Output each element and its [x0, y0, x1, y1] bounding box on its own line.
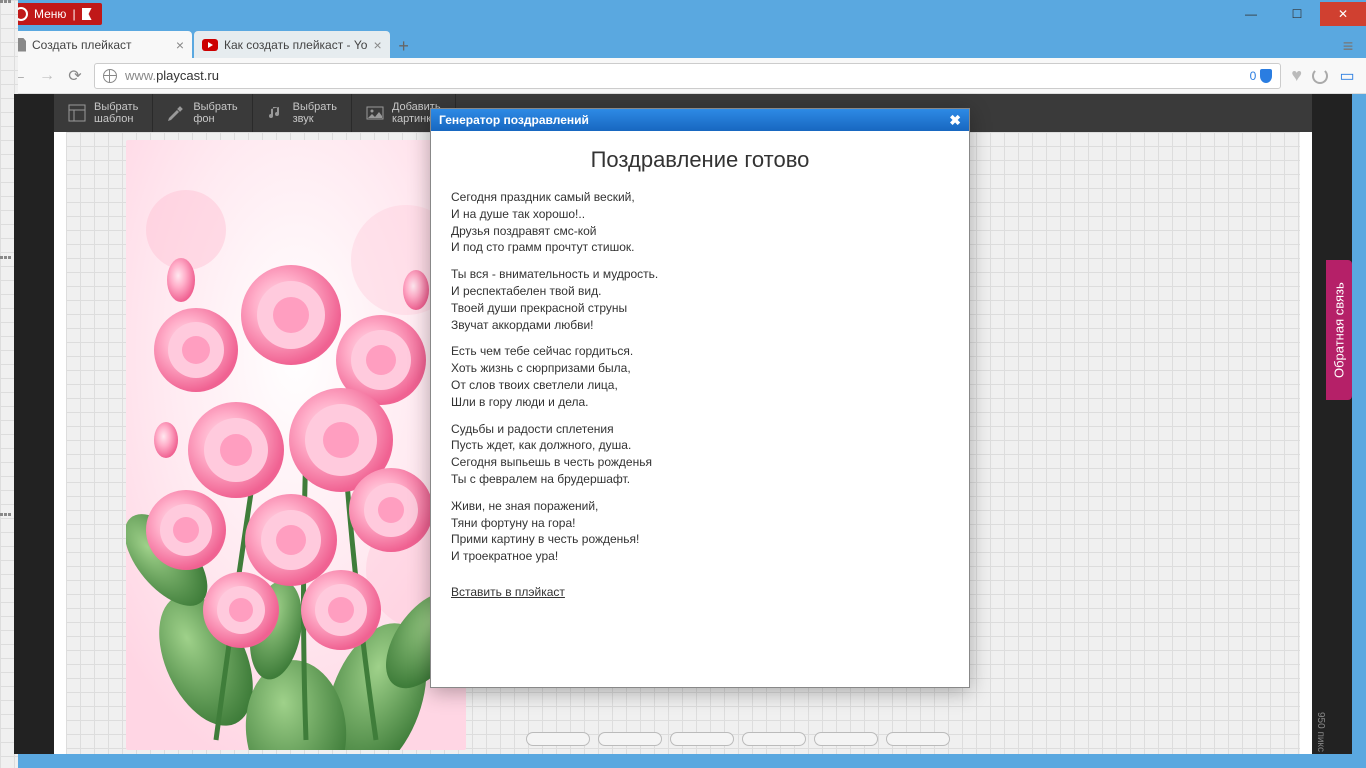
tool-label: Выбрать: [293, 101, 337, 113]
tab-title: Как создать плейкаст - Yo: [224, 38, 367, 52]
tab-close-icon[interactable]: ×: [373, 37, 381, 53]
tab-strip: Создать плейкаст × Как создать плейкаст …: [0, 28, 1366, 58]
music-icon: [267, 104, 285, 122]
poem-text: Сегодня праздник самый веский, И на душе…: [451, 189, 949, 565]
blocker-badge[interactable]: 0: [1250, 69, 1273, 83]
navigation-bar: ← → ⟳ www.playcast.ru 0 ♥ ▭: [0, 58, 1366, 94]
canvas-image-roses[interactable]: [126, 140, 466, 750]
globe-icon: [103, 69, 117, 83]
tool-label: Выбрать: [94, 101, 138, 113]
insert-into-playcast-link[interactable]: Вставить в плэйкаст: [451, 585, 565, 599]
poem-stanza: Судьбы и радости сплетения Пусть ждет, к…: [451, 421, 949, 488]
resize-handle[interactable]: [742, 732, 806, 746]
menu-label: Меню: [34, 7, 66, 21]
address-bar[interactable]: www.playcast.ru 0: [94, 63, 1281, 89]
dialog-heading: Поздравление готово: [451, 147, 949, 173]
flag-icon: [82, 8, 92, 20]
feedback-tab[interactable]: Обратная связь: [1326, 260, 1352, 400]
dialog-close-button[interactable]: ✖: [949, 112, 961, 129]
sidebar-button[interactable]: ▭: [1338, 66, 1356, 86]
tab-create-playcast[interactable]: Создать плейкаст ×: [6, 31, 192, 58]
template-icon: [68, 104, 86, 122]
poem-stanza: Живи, не зная поражений, Тяни фортуну на…: [451, 498, 949, 565]
ruler-vertical-label: 950 пикс: [1302, 712, 1326, 752]
window-titlebar: Меню | — ☐ ✕: [0, 0, 1366, 28]
dialog-title: Генератор поздравлений: [439, 113, 589, 127]
brush-icon: [167, 104, 185, 122]
tab-menu-button[interactable]: ≡: [1336, 34, 1360, 58]
bookmark-button[interactable]: ♥: [1291, 65, 1302, 86]
maximize-button[interactable]: ☐: [1274, 2, 1320, 26]
dialog-header[interactable]: Генератор поздравлений ✖: [431, 109, 969, 131]
forward-button[interactable]: →: [38, 67, 56, 85]
choose-background-button[interactable]: Выбратьфон: [153, 94, 252, 132]
right-gutter: [1312, 94, 1352, 754]
resize-handle[interactable]: [670, 732, 734, 746]
tool-label: Выбрать: [193, 101, 237, 113]
resize-handle[interactable]: [526, 732, 590, 746]
choose-sound-button[interactable]: Выбратьзвук: [253, 94, 352, 132]
new-tab-button[interactable]: +: [392, 34, 416, 58]
tab-close-icon[interactable]: ×: [176, 37, 184, 53]
tab-youtube-tutorial[interactable]: Как создать плейкаст - Yo ×: [194, 31, 390, 58]
greeting-generator-dialog: Генератор поздравлений ✖ Поздравление го…: [430, 108, 970, 688]
poem-stanza: Сегодня праздник самый веский, И на душе…: [451, 189, 949, 256]
tab-title: Создать плейкаст: [32, 38, 170, 52]
poem-stanza: Ты вся - внимательность и мудрость. И ре…: [451, 266, 949, 333]
minimize-button[interactable]: —: [1228, 2, 1274, 26]
close-window-button[interactable]: ✕: [1320, 2, 1366, 26]
resize-handle[interactable]: [598, 732, 662, 746]
opera-menu-button[interactable]: Меню |: [4, 3, 102, 25]
reload-button[interactable]: ⟳: [66, 66, 84, 86]
choose-template-button[interactable]: Выбратьшаблон: [54, 94, 153, 132]
youtube-icon: [202, 39, 218, 51]
url-text: www.playcast.ru: [125, 68, 1242, 83]
window-controls: — ☐ ✕: [1228, 2, 1366, 26]
bottom-handles: [526, 732, 950, 746]
shield-icon: [1260, 69, 1272, 83]
resize-handle[interactable]: [814, 732, 878, 746]
poem-stanza: Есть чем тебе сейчас гордиться. Хоть жиз…: [451, 343, 949, 410]
left-gutter: [14, 94, 54, 754]
sync-button[interactable]: [1312, 68, 1328, 84]
dialog-body: Поздравление готово Сегодня праздник сам…: [431, 131, 969, 687]
image-icon: [366, 104, 384, 122]
resize-handle[interactable]: [886, 732, 950, 746]
